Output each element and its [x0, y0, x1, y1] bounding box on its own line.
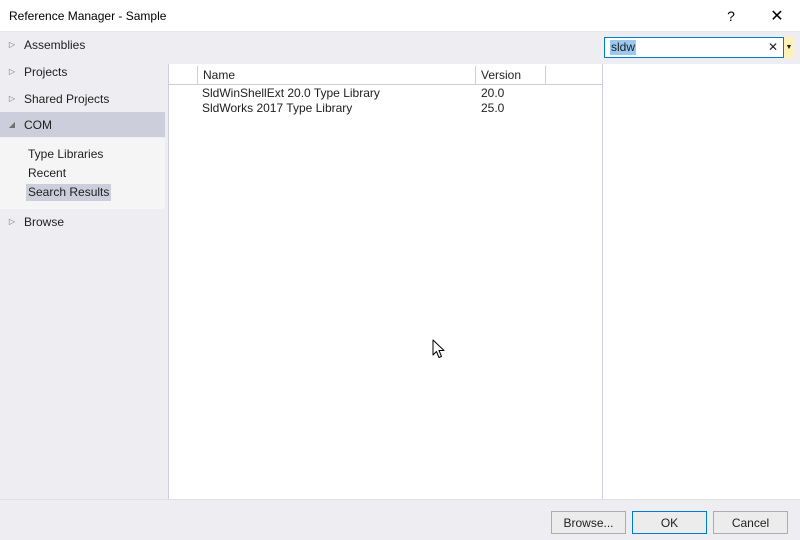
search-input[interactable]: sldw: [610, 40, 637, 55]
row-name: SldWinShellExt 20.0 Type Library: [202, 86, 380, 100]
row-name: SldWorks 2017 Type Library: [202, 101, 353, 115]
subitem-recent[interactable]: Recent: [26, 165, 68, 182]
results-list: Name Version SldWinShellExt 20.0 Type Li…: [168, 64, 603, 499]
sidebar-item-label: Assemblies: [24, 37, 86, 52]
help-button[interactable]: ?: [708, 0, 754, 32]
search-box[interactable]: sldw ✕ ▼: [604, 37, 794, 58]
window-title: Reference Manager - Sample: [9, 9, 167, 23]
subitem-type-libraries[interactable]: Type Libraries: [26, 146, 105, 163]
expand-arrow-icon[interactable]: ▷: [0, 94, 24, 103]
mouse-cursor-icon: [432, 339, 445, 358]
search-dropdown-button[interactable]: ▼: [783, 37, 794, 58]
close-button[interactable]: ✕: [754, 0, 800, 32]
com-subitems-panel: Type Libraries Recent Search Results: [0, 138, 165, 209]
collapse-arrow-icon[interactable]: ◢: [0, 120, 24, 129]
sidebar-item-label: Shared Projects: [24, 91, 110, 106]
table-row[interactable]: SldWinShellExt 20.0 Type Library 20.0: [169, 86, 603, 101]
sidebar: ▷ Assemblies ▷ Projects ▷ Shared Project…: [0, 32, 168, 504]
sidebar-item-browse[interactable]: ▷ Browse: [0, 209, 165, 234]
column-header-name[interactable]: Name: [198, 66, 476, 85]
title-bar: Reference Manager - Sample ? ✕: [0, 0, 800, 32]
details-panel: [602, 64, 800, 499]
sidebar-item-label: COM: [24, 117, 52, 132]
sidebar-item-shared-projects[interactable]: ▷ Shared Projects: [0, 86, 165, 111]
sidebar-item-assemblies[interactable]: ▷ Assemblies: [0, 32, 165, 57]
browse-button[interactable]: Browse...: [551, 511, 626, 534]
sidebar-item-label: Projects: [24, 64, 68, 79]
sidebar-item-com[interactable]: ◢ COM: [0, 112, 165, 137]
expand-arrow-icon[interactable]: ▷: [0, 67, 24, 76]
sidebar-item-label: Browse: [24, 214, 65, 229]
cancel-button[interactable]: Cancel: [713, 511, 788, 534]
expand-arrow-icon[interactable]: ▷: [0, 40, 24, 49]
subitem-search-results[interactable]: Search Results: [26, 184, 112, 201]
row-version: 20.0: [481, 86, 505, 100]
sidebar-item-projects[interactable]: ▷ Projects: [0, 59, 165, 84]
clear-search-icon[interactable]: ✕: [766, 38, 780, 57]
table-row[interactable]: SldWorks 2017 Type Library 25.0: [169, 101, 603, 116]
column-header-filler: [546, 66, 603, 85]
column-header-version[interactable]: Version: [476, 66, 546, 85]
column-header-checkbox: [169, 66, 198, 85]
row-version: 25.0: [481, 101, 505, 115]
expand-arrow-icon[interactable]: ▷: [0, 217, 24, 226]
ok-button[interactable]: OK: [632, 511, 707, 534]
